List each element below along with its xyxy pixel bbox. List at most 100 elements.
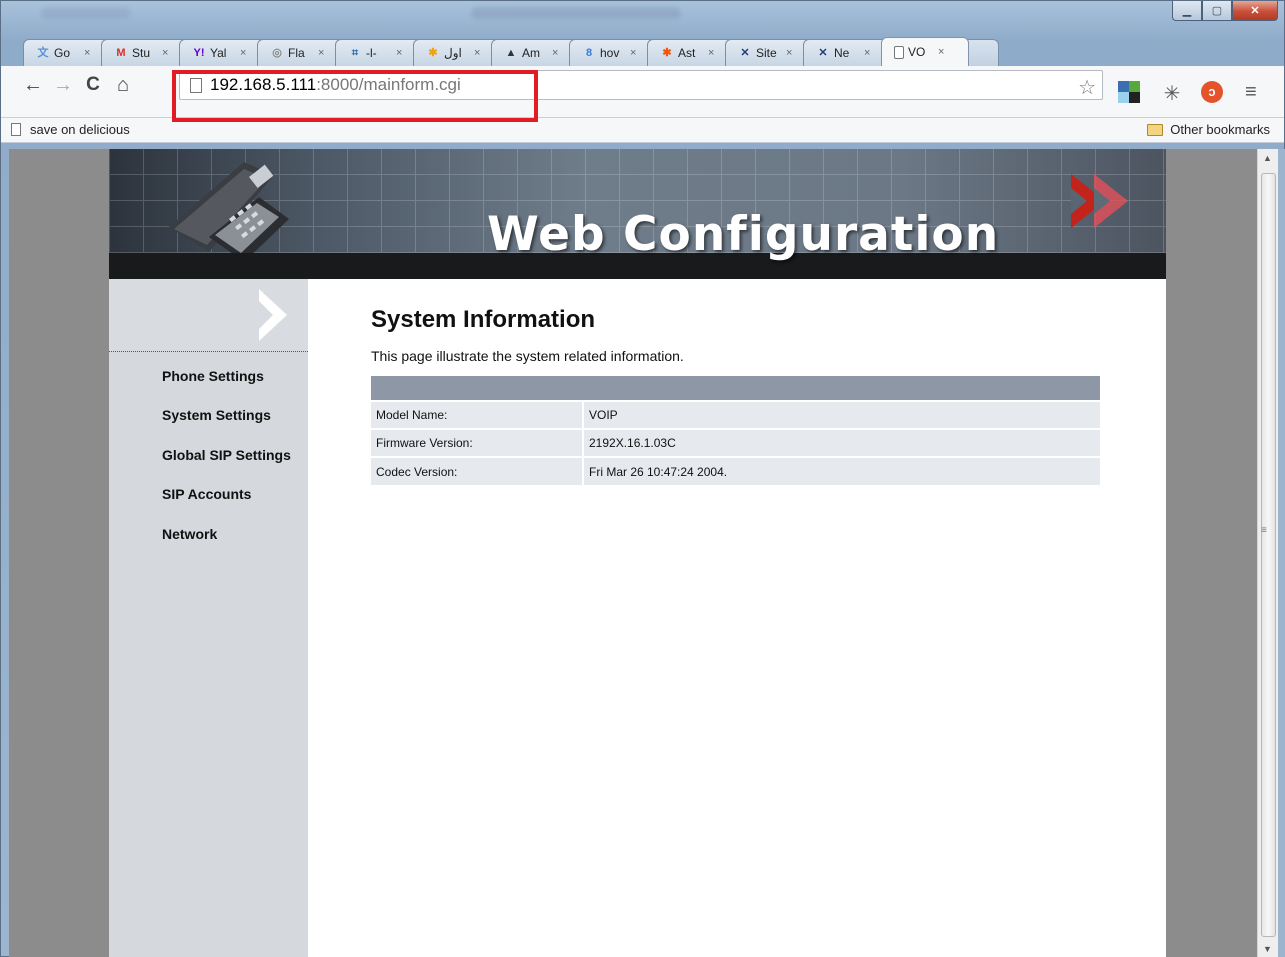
sidebar: Phone Settings System Settings Global SIP … [109,279,308,957]
asterisk-icon: ✱ [662,47,672,59]
other-bookmarks-label: Other bookmarks [1170,122,1270,137]
address-bar[interactable]: 192.168.5.111:8000/mainform.cgi ☆ [179,70,1103,100]
translate-icon: 文 [37,47,49,59]
table-header-row [371,374,1100,401]
tab-label: hov [600,46,620,60]
tab-close-icon[interactable]: × [396,47,402,59]
browser-tab[interactable]: ✕ Ne × [803,39,891,66]
tab-close-icon[interactable]: × [318,47,324,59]
linux-icon: ▲ [505,47,517,59]
table-row: Codec Version: Fri Mar 26 10:47:24 2004. [371,456,1100,485]
gmail-icon: M [116,47,126,59]
sidebar-item[interactable]: Global SIP Settings [109,435,308,475]
sidebar-item[interactable]: Network [109,514,308,554]
tab-label: Site [756,46,777,60]
tab-label: Am [522,46,540,60]
vertical-scrollbar[interactable]: ▲ ≡ ▼ [1257,149,1278,957]
banner-title: Web Configuration [487,207,1000,262]
browser-tab[interactable]: ✱ Ast × [647,39,735,66]
maximize-button[interactable]: ▢ [1202,1,1232,21]
system-info-table: Model Name: VOIP Firmware Version: 2192X.16… [371,374,1100,485]
browser-tab[interactable]: ▲ Am × [491,39,579,66]
sidebar-menu: Phone Settings System Settings Global SIP … [109,352,308,554]
tab-close-icon[interactable]: × [786,47,792,59]
browser-tab[interactable]: M Stu × [101,39,189,66]
close-window-button[interactable]: ✕ [1232,1,1278,21]
tool-icon: ⌗ [351,47,359,59]
minimize-button[interactable]: ▁ [1172,1,1202,21]
yahoo-icon: Y! [193,47,205,59]
tab-strip: 文 Go × M Stu × Y! Yal × ◎ Fla × ⌗ -l- × ✱ اول × ▲ Am × 8 hov × ✱… [23,37,999,66]
site-icon: ✕ [740,47,750,59]
browser-tab[interactable]: ◎ Fla × [257,39,345,66]
browser-tab[interactable]: VO × [881,37,969,66]
bookmark-save-on-delicious[interactable]: save on delicious [11,122,130,137]
tab-close-icon[interactable]: × [474,47,480,59]
table-row: Model Name: VOIP [371,400,1100,429]
stumbleupon-icon[interactable]: ↄ [1201,81,1223,103]
asterisk-icon: ✱ [428,47,438,59]
tab-label: Stu [132,46,151,60]
row-label: Firmware Version: [371,428,584,457]
tab-label: Ne [834,46,850,60]
banner: Web Configuration [109,149,1166,279]
tab-label: VO [908,45,926,59]
row-value: VOIP [583,400,1100,429]
browser-tab[interactable]: ✱ اول × [413,39,501,66]
bookmark-star-icon[interactable]: ☆ [1078,75,1096,100]
tab-label: Yal [210,46,227,60]
window-controls: ▁ ▢ ✕ [1172,1,1278,21]
folder-icon [1147,123,1164,136]
sidebar-item[interactable]: SIP Accounts [109,475,308,515]
scrollbar-thumb[interactable] [1261,173,1276,937]
page-icon [190,77,202,93]
back-arrow-icon[interactable]: ← [21,74,45,97]
extension-grid-icon[interactable] [1118,81,1140,103]
browser-tab[interactable]: Y! Yal × [179,39,267,66]
sidebar-header [109,279,308,352]
scroll-up-arrow-icon[interactable]: ▲ [1263,153,1272,163]
window-title [471,7,681,19]
tab-close-icon[interactable]: × [240,47,246,59]
home-icon[interactable]: ⌂ [111,74,135,97]
tab-close-icon[interactable]: × [938,46,944,58]
grip-icon: ≡ [1261,525,1267,536]
site-icon: ✕ [818,47,828,59]
browser-tab[interactable]: ✕ Site × [725,39,813,66]
browser-toolbar: ← → C ⌂ 192.168.5.111:8000/mainform.cgi … [1,66,1284,118]
extension-bug-icon[interactable]: ✳ [1161,81,1183,105]
scroll-down-arrow-icon[interactable]: ▼ [1263,944,1272,954]
browser-window: ▁ ▢ ✕ 文 Go × M Stu × Y! Yal × ◎ Fla × ⌗ -l- × ✱ اول × ▲ Am ×… [0,0,1285,957]
tab-close-icon[interactable]: × [708,47,714,59]
tab-close-icon[interactable]: × [630,47,636,59]
browser-tab[interactable]: 8 hov × [569,39,657,66]
tab-close-icon[interactable]: × [162,47,168,59]
reload-icon[interactable]: C [81,74,105,96]
row-value: 2192X.16.1.03C [583,428,1100,457]
url-path: :8000/mainform.cgi [316,75,461,94]
other-bookmarks[interactable]: Other bookmarks [1147,122,1270,137]
tab-label: Fla [288,46,305,60]
page-viewport: Web Configuration Phone Settings System S… [9,149,1257,957]
tab-label: -l- [366,46,377,60]
row-label: Codec Version: [371,456,584,485]
google-icon: 8 [585,47,593,59]
bookmark-label: save on delicious [30,122,130,137]
sidebar-item[interactable]: System Settings [109,396,308,436]
tab-label: اول [444,46,462,60]
browser-tab[interactable]: 文 Go × [23,39,111,66]
tab-close-icon[interactable]: × [864,47,870,59]
page-title: System Information [371,306,596,333]
browser-tab[interactable]: ⌗ -l- × [335,39,423,66]
flash-icon: ◎ [272,47,282,59]
forward-arrow-icon[interactable]: → [51,74,75,97]
row-label: Model Name: [371,400,584,429]
window-title-left [41,7,131,19]
menu-icon[interactable]: ≡ [1245,81,1257,104]
tab-close-icon[interactable]: × [84,47,90,59]
bookmarks-bar: save on delicious Other bookmarks [1,118,1284,143]
tab-label: Go [54,46,71,60]
sidebar-item[interactable]: Phone Settings [109,356,308,396]
row-value: Fri Mar 26 10:47:24 2004. [583,456,1100,485]
tab-close-icon[interactable]: × [552,47,558,59]
